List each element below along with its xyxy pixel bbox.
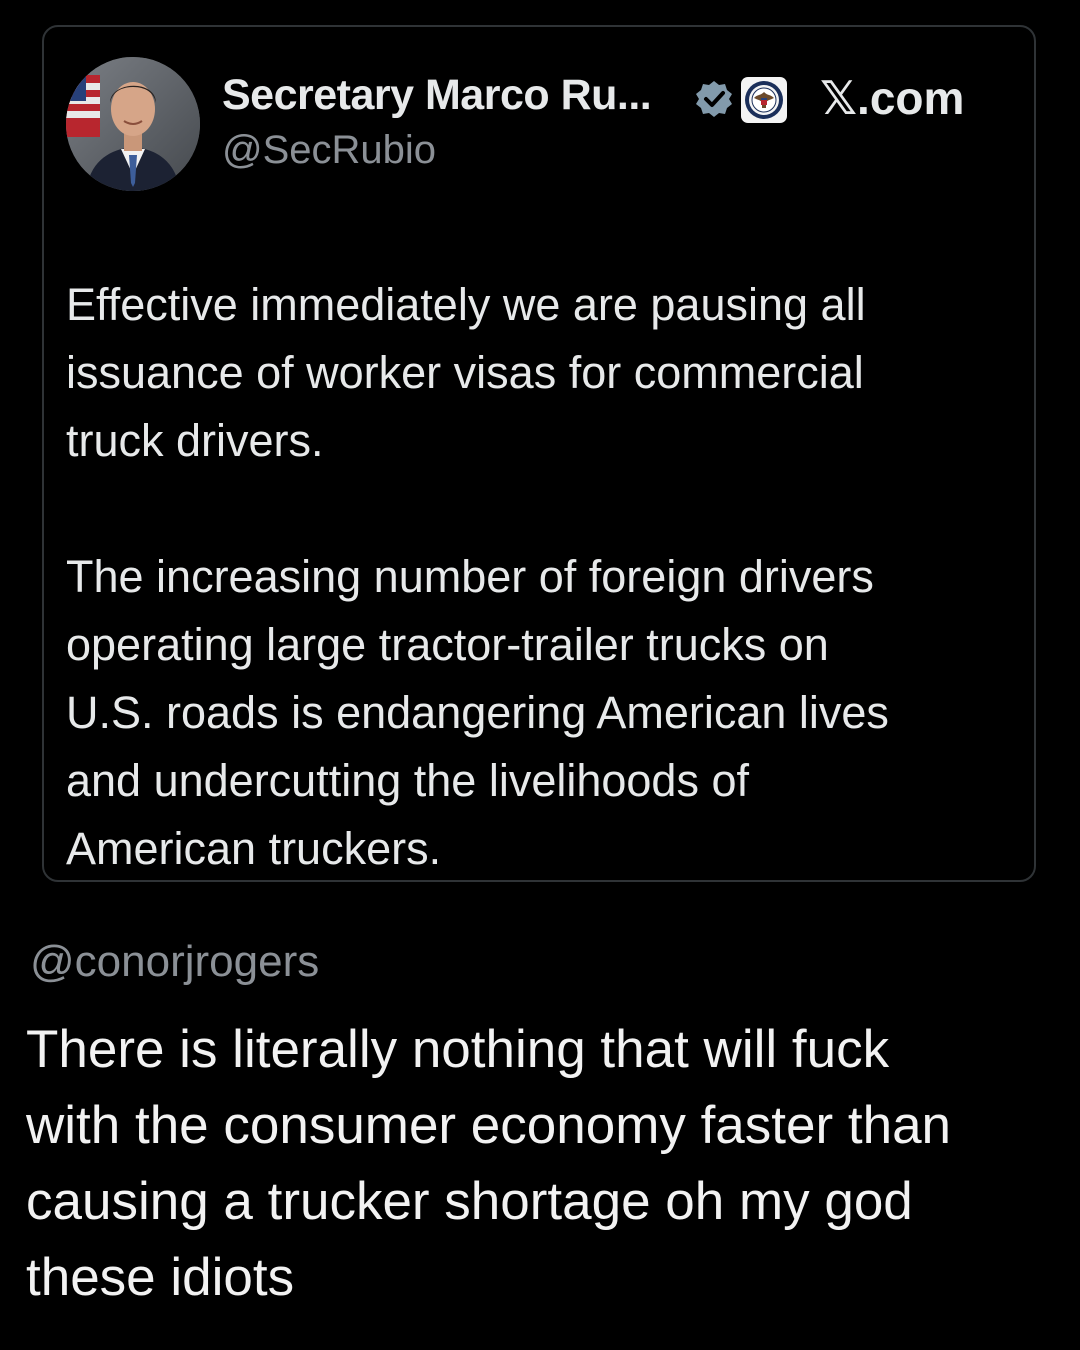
reply-author-handle[interactable]: @conorjrogers	[30, 937, 319, 987]
reply-text-line: these idiots	[26, 1248, 295, 1307]
reply-text-line: with the consumer economy faster than	[26, 1096, 952, 1155]
post-text-line: Effective immediately we are pausing all	[66, 279, 866, 330]
quoted-post-text: Effective immediately we are pausing all…	[66, 271, 1026, 883]
post-text-line: and undercutting the livelihoods of	[66, 755, 749, 806]
reply-text: There is literally nothing that will fuc…	[26, 1012, 1066, 1316]
reply-text-line: causing a trucker shortage oh my god	[26, 1172, 913, 1231]
verified-badge-icon	[696, 81, 732, 117]
quoted-post-card[interactable]: Secretary Marco Ru... 𝕏.com @SecRubio Ef…	[42, 25, 1036, 882]
state-department-seal-icon	[741, 77, 787, 123]
reply-text-line: There is literally nothing that will fuc…	[26, 1020, 890, 1079]
author-handle[interactable]: @SecRubio	[222, 128, 436, 173]
post-text-line: operating large tractor-trailer trucks o…	[66, 619, 829, 670]
post-text-line: issuance of worker visas for commercial	[66, 347, 864, 398]
post-text-line: truck drivers.	[66, 415, 324, 466]
post-text-line: The increasing number of foreign drivers	[66, 551, 874, 602]
profile-photo-icon	[66, 57, 200, 191]
post-text-line: U.S. roads is endangering American lives	[66, 687, 889, 738]
post-text-line: American truckers.	[66, 823, 442, 874]
author-avatar[interactable]	[66, 57, 200, 191]
author-name[interactable]: Secretary Marco Ru...	[222, 71, 652, 120]
site-label: 𝕏.com	[820, 72, 965, 124]
